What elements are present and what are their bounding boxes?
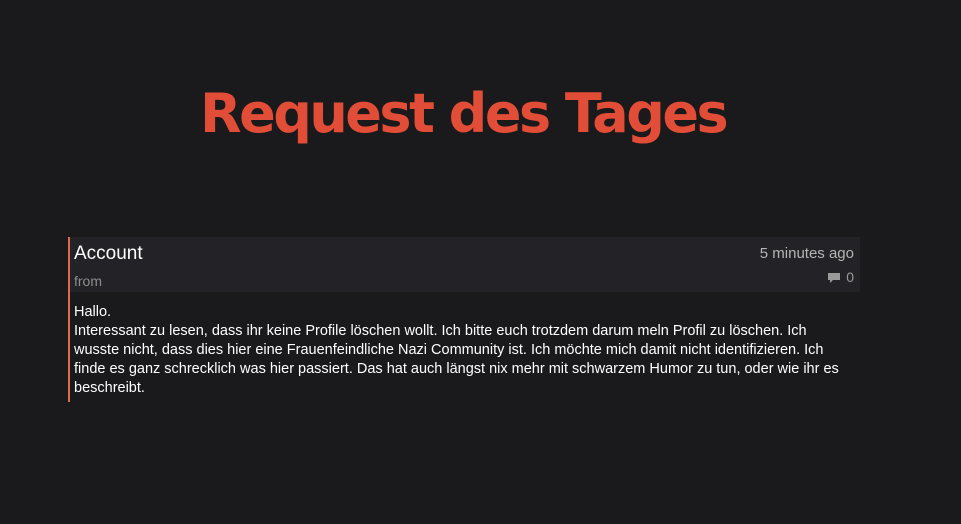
comment-icon: [827, 271, 841, 283]
request-body-line: Interessant zu lesen, dass ihr keine Pro…: [74, 323, 839, 396]
comment-count: 0: [846, 269, 854, 285]
request-card-header: Account from 5 minutes ago 0: [70, 237, 860, 292]
request-card: Account from 5 minutes ago 0 Hallo. Inte…: [68, 237, 862, 402]
request-timestamp: 5 minutes ago: [759, 245, 854, 262]
page-title: Request des Tages: [200, 82, 729, 145]
comment-count-link[interactable]: 0: [827, 268, 854, 286]
request-title[interactable]: Account: [74, 242, 143, 266]
request-body: Hallo. Interessant zu lesen, dass ihr ke…: [74, 303, 854, 398]
request-body-line: Hallo.: [74, 304, 112, 320]
request-from-label: from: [74, 273, 102, 289]
